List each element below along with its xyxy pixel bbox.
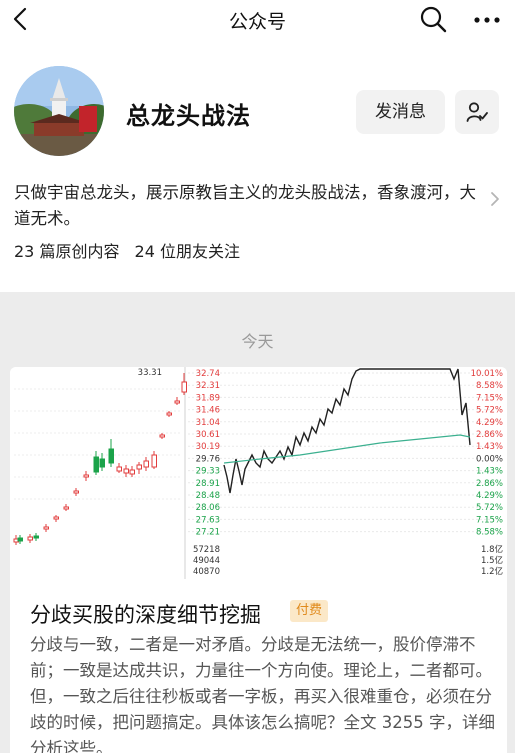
user-check-icon	[466, 102, 488, 122]
account-avatar[interactable]	[14, 66, 104, 156]
pct-tick-label: 10.01%	[471, 369, 503, 379]
article-summary: 分歧与一致，二者是一对矛盾。分歧是无法统一，股价停滞不前；一致是达成共识，力量往…	[30, 635, 495, 753]
account-name: 总龙头战法	[126, 102, 251, 130]
pct-tick-label: 4.29%	[476, 418, 503, 428]
candle-body	[73, 490, 79, 494]
chevron-right-icon[interactable]	[488, 190, 502, 208]
candle-body	[43, 526, 49, 530]
candle-body	[143, 460, 149, 468]
candle-body	[136, 464, 142, 470]
price-tick-label: 31.46	[196, 406, 220, 416]
stock-chart: 33.31 32.74 10.01% 32.31 8.58% 31.89 7.15% 31.4…	[13, 367, 503, 579]
pct-tick-label: 1.43%	[476, 467, 503, 477]
follow-button[interactable]	[455, 90, 499, 134]
pct-tick-label: 1.43%	[476, 442, 503, 452]
volume-right-tick-label: 1.8亿	[481, 544, 503, 555]
candle-body	[151, 454, 157, 468]
pct-tick-label: 2.86%	[476, 479, 503, 489]
pct-tick-label: 7.15%	[476, 515, 503, 525]
date-label: 今天	[241, 332, 274, 351]
article-title: 分歧买股的深度细节挖掘	[30, 603, 261, 627]
candle-body	[181, 381, 187, 393]
candle-body	[99, 458, 105, 468]
search-icon[interactable]	[418, 4, 448, 34]
volume-tick-label: 40870	[193, 567, 220, 577]
article-card[interactable]: 33.31 32.74 10.01% 32.31 8.58% 31.89 7.15% 31.4…	[10, 367, 507, 753]
article-feed: 今天 33.31 32.74 10.01% 32.31 8.58% 31.89 7.15% 3…	[0, 292, 515, 753]
pct-tick-label: 0.00%	[476, 454, 503, 464]
paid-badge: 付费	[290, 600, 329, 622]
price-tick-label: 31.89	[196, 393, 220, 403]
candle-body	[27, 536, 33, 541]
price-tick-label: 30.61	[196, 430, 220, 440]
candle-body	[159, 434, 165, 438]
price-line	[223, 368, 471, 494]
price-tick-label: 32.74	[196, 369, 220, 379]
price-tick-label: 27.21	[196, 528, 220, 538]
volume-tick-label: 57218	[193, 545, 220, 555]
volume-right-tick-label: 1.5亿	[481, 555, 503, 566]
original-count: 23 篇原创内容	[14, 242, 120, 261]
pct-tick-label: 4.29%	[476, 491, 503, 501]
pct-tick-label: 2.86%	[476, 430, 503, 440]
more-options-icon[interactable]	[470, 4, 504, 34]
account-stats: 23 篇原创内容 24 位朋友关注	[14, 238, 250, 262]
candle-body	[83, 474, 89, 478]
pct-tick-label: 5.72%	[476, 406, 503, 416]
price-tick-label: 28.91	[196, 479, 220, 489]
price-tick-label: 28.48	[196, 491, 220, 501]
pct-tick-label: 8.58%	[476, 381, 503, 391]
candle-body	[33, 535, 39, 539]
followers-count[interactable]: 24 位朋友关注	[135, 242, 240, 261]
price-tick-label: 30.19	[196, 442, 220, 452]
candle-body	[116, 466, 122, 472]
candle-body	[93, 456, 99, 473]
candle-body	[129, 469, 135, 475]
candle-body	[53, 516, 59, 520]
daily-high-label: 33.31	[138, 368, 162, 378]
candle-body	[174, 400, 180, 404]
pct-tick-label: 8.58%	[476, 528, 503, 538]
price-tick-label: 27.63	[196, 515, 220, 525]
account-bio[interactable]: 只做宇宙总龙头，展示原教旨主义的龙头股战法，香象渡河，大道无术。	[14, 180, 484, 232]
candle-body	[63, 506, 69, 510]
pct-tick-label: 7.15%	[476, 393, 503, 403]
candle-body	[123, 468, 129, 474]
candle-body	[166, 412, 172, 416]
price-tick-label: 29.33	[196, 467, 220, 477]
volume-tick-label: 49044	[193, 556, 220, 566]
price-tick-label: 32.31	[196, 381, 220, 391]
price-tick-label: 28.06	[196, 503, 220, 513]
send-message-button[interactable]: 发消息	[356, 90, 445, 134]
candle-body	[108, 448, 114, 464]
candle-body	[17, 537, 23, 542]
article-cover-image: 33.31 32.74 10.01% 32.31 8.58% 31.89 7.15% 31.4…	[10, 367, 507, 579]
volume-right-tick-label: 1.2亿	[481, 566, 503, 577]
price-tick-label: 31.04	[196, 418, 220, 428]
pct-tick-label: 5.72%	[476, 503, 503, 513]
top-bar: 公众号	[0, 0, 515, 40]
price-tick-label: 29.76	[196, 454, 220, 464]
pagoda-avatar-image	[14, 66, 104, 156]
